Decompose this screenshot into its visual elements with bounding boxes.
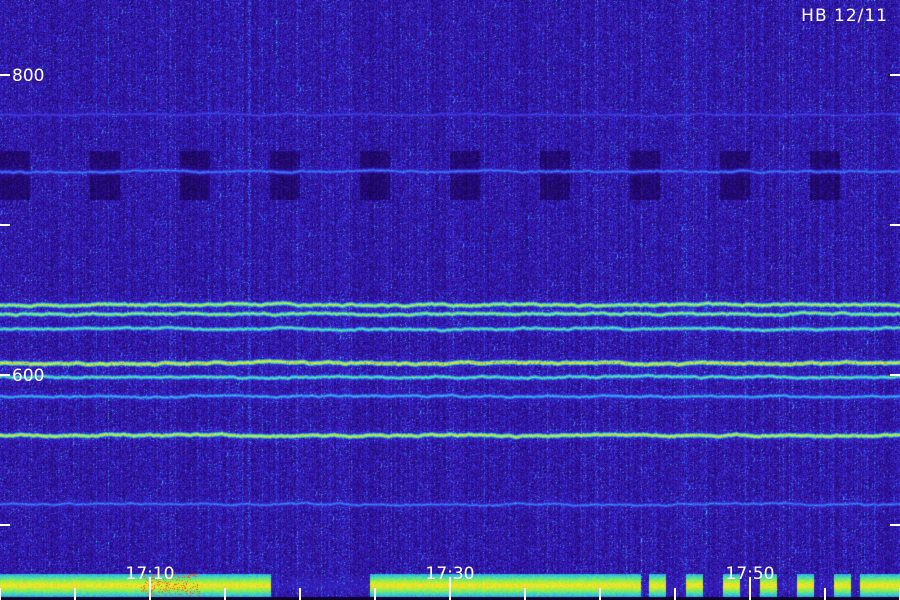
spectrogram-chart: HB 12/11 800 600 17:10 17:30 17:50 [0, 0, 900, 600]
y-tick-label: 800 [12, 66, 44, 86]
x-tick-label: 17:50 [726, 564, 775, 584]
axis-overlay: 800 600 17:10 17:30 17:50 [0, 66, 900, 600]
x-tick-label: 17:30 [426, 564, 475, 584]
x-tick-label: 17:10 [126, 564, 175, 584]
y-tick-label: 600 [12, 366, 44, 386]
